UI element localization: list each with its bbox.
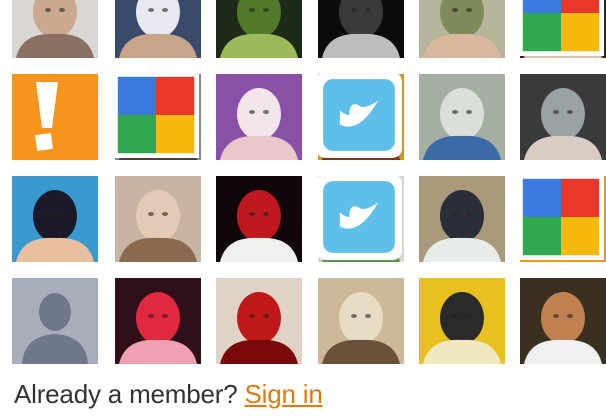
avatar-member[interactable] xyxy=(318,278,404,364)
member-photo xyxy=(419,176,505,262)
avatar-member[interactable] xyxy=(318,0,404,58)
twitter-badge-icon xyxy=(318,74,402,158)
member-photo xyxy=(115,278,201,364)
member-photo xyxy=(115,176,201,262)
member-photo xyxy=(318,278,404,364)
avatar-member[interactable] xyxy=(115,74,201,160)
google-badge-icon xyxy=(520,0,604,56)
member-photo xyxy=(520,278,606,364)
sign-in-prompt: Already a member? Sign in xyxy=(14,379,323,410)
google-badge-icon xyxy=(520,176,604,260)
avatar-member[interactable] xyxy=(12,176,98,262)
member-photo xyxy=(419,0,505,58)
member-photo xyxy=(12,0,98,58)
member-photo xyxy=(216,74,302,160)
sign-in-link[interactable]: Sign in xyxy=(245,379,323,409)
avatar-member[interactable] xyxy=(419,0,505,58)
avatar-member[interactable] xyxy=(12,0,98,58)
avatar-member[interactable] xyxy=(520,0,606,58)
avatar-member[interactable] xyxy=(419,278,505,364)
avatar-member[interactable] xyxy=(216,278,302,364)
exclamation-icon xyxy=(12,74,98,160)
member-avatar-grid xyxy=(0,0,606,370)
member-photo xyxy=(12,176,98,262)
member-photo xyxy=(318,0,404,58)
avatar-member[interactable] xyxy=(216,176,302,262)
avatar-member[interactable] xyxy=(216,74,302,160)
avatar-member[interactable] xyxy=(115,278,201,364)
avatar-member[interactable] xyxy=(318,74,404,160)
member-photo xyxy=(419,278,505,364)
avatar-placeholder[interactable] xyxy=(520,176,606,262)
member-photo xyxy=(216,176,302,262)
silhouette-icon xyxy=(12,278,98,364)
avatar-member[interactable] xyxy=(520,74,606,160)
member-photo xyxy=(115,0,201,58)
avatar-member[interactable] xyxy=(115,176,201,262)
member-photo xyxy=(216,0,302,58)
member-photo xyxy=(520,74,606,160)
avatar-member[interactable] xyxy=(419,176,505,262)
avatar-member[interactable] xyxy=(216,0,302,58)
google-badge-icon xyxy=(115,74,199,158)
avatar-placeholder[interactable] xyxy=(12,74,98,160)
already-member-text: Already a member? xyxy=(14,379,238,409)
avatar-member[interactable] xyxy=(419,74,505,160)
avatar-member[interactable] xyxy=(520,278,606,364)
avatar-member[interactable] xyxy=(115,0,201,58)
member-photo xyxy=(419,74,505,160)
member-photo xyxy=(216,278,302,364)
twitter-badge-icon xyxy=(318,176,402,260)
avatar-member[interactable] xyxy=(318,176,404,262)
avatar-default[interactable] xyxy=(12,278,98,364)
